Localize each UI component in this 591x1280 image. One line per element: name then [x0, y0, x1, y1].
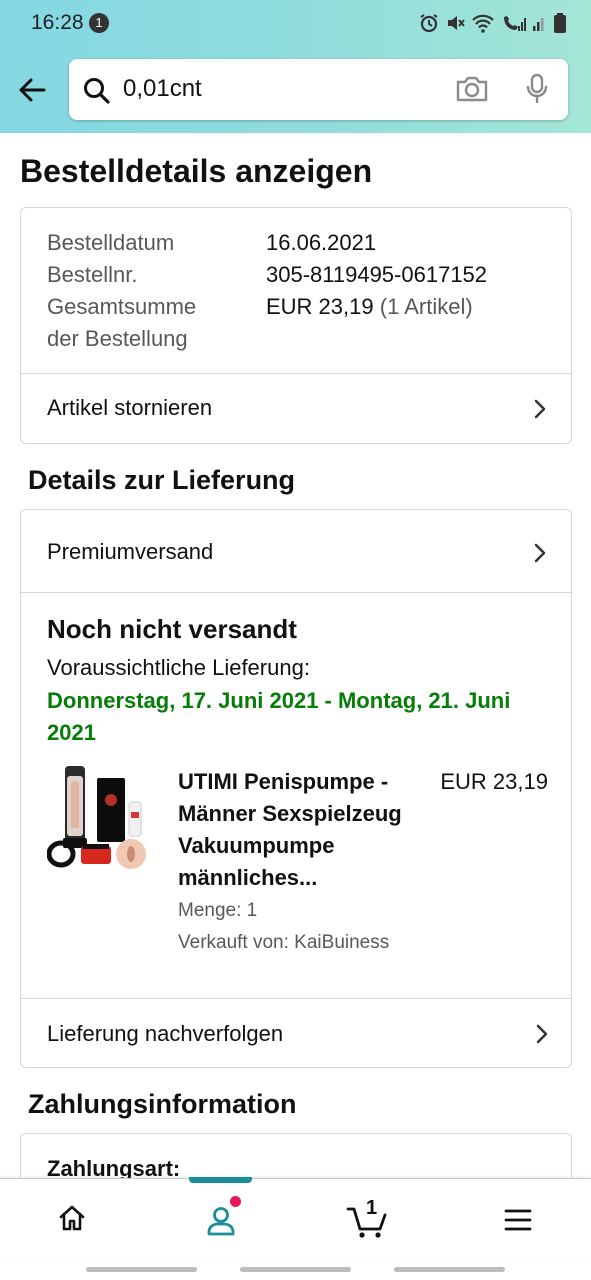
- product-price: EUR 23,19: [440, 769, 548, 794]
- payment-section-title: Zahlungsinformation: [28, 1089, 297, 1119]
- camera-icon[interactable]: [455, 74, 489, 104]
- cancel-items-label: Artikel stornieren: [47, 395, 213, 420]
- shipment-status: Noch nicht versandt: [47, 614, 297, 644]
- shipping-method-label: Premiumversand: [47, 539, 214, 564]
- cart-count: 1: [366, 1197, 378, 1219]
- notification-dot: [230, 1196, 241, 1207]
- microphone-icon[interactable]: [525, 73, 549, 105]
- notification-badge: 1: [89, 13, 109, 33]
- order-total-amount: EUR 23,19: [266, 294, 374, 319]
- product-seller: Verkauft von: KaiBuiness: [178, 932, 390, 953]
- eta-date: Donnerstag, 17. Juni 2021 - Montag, 21. …: [47, 688, 511, 745]
- back-arrow-icon[interactable]: [14, 72, 50, 108]
- delivery-card: Premiumversand Noch nicht versandt Vorau…: [20, 509, 572, 1068]
- delivery-section-title: Details zur Lieferung: [28, 465, 296, 495]
- gesture-handle: [394, 1267, 505, 1272]
- search-bar[interactable]: 0,01cnt: [69, 59, 568, 120]
- signal-icon: [533, 18, 544, 31]
- chevron-right-icon: [534, 543, 546, 563]
- battery-icon: [554, 13, 566, 33]
- gesture-handle: [240, 1267, 351, 1272]
- order-summary-card: Bestelldatum 16.06.2021 Bestellnr. 305-8…: [20, 207, 572, 444]
- order-number-label: Bestellnr.: [47, 262, 138, 287]
- product-title[interactable]: UTIMI Penispumpe - Männer Sexspielzeug V…: [178, 766, 428, 894]
- order-total-label-line2: der Bestellung: [47, 326, 188, 351]
- chevron-right-icon: [536, 1024, 548, 1044]
- track-delivery-label: Lieferung nachverfolgen: [47, 1021, 284, 1046]
- product-quantity: Menge: 1: [178, 900, 258, 921]
- status-icons: [419, 12, 567, 34]
- track-delivery-row[interactable]: Lieferung nachverfolgen: [21, 999, 571, 1067]
- cancel-items-row[interactable]: Artikel stornieren: [21, 374, 571, 443]
- menu-icon[interactable]: [504, 1208, 532, 1232]
- eta-label: Voraussichtliche Lieferung:: [47, 655, 310, 680]
- system-gesture-bar: [0, 1262, 591, 1280]
- wifi-icon: [472, 14, 494, 33]
- order-total-value: EUR 23,19 (1 Artikel): [266, 291, 473, 323]
- status-bar: 16:28 1: [0, 0, 591, 46]
- page-title: Bestelldetails anzeigen: [20, 153, 373, 189]
- status-time: 16:28: [31, 11, 84, 34]
- shipping-method-row[interactable]: Premiumversand: [21, 510, 571, 592]
- order-total-label-line1: Gesamtsumme: [47, 294, 197, 319]
- divider: [21, 592, 571, 593]
- mute-icon: [448, 16, 465, 30]
- order-date-value: 16.06.2021: [266, 230, 377, 255]
- order-number-value: 305-8119495-0617152: [266, 262, 488, 287]
- search-input[interactable]: 0,01cnt: [123, 75, 202, 103]
- app-header: 16:28 1 0,01cnt: [0, 0, 591, 133]
- product-image[interactable]: [47, 762, 151, 874]
- account-icon[interactable]: [205, 1205, 237, 1237]
- home-icon[interactable]: [57, 1203, 87, 1233]
- order-date-label: Bestelldatum: [47, 230, 175, 255]
- wifi-call-icon: [504, 16, 526, 31]
- search-icon[interactable]: [82, 76, 112, 106]
- order-item-count: (1 Artikel): [379, 294, 473, 319]
- alarm-icon: [420, 14, 438, 33]
- bottom-navigation: 1: [0, 1177, 591, 1260]
- chevron-right-icon: [534, 399, 546, 419]
- gesture-handle: [86, 1267, 197, 1272]
- active-tab-indicator: [189, 1177, 252, 1183]
